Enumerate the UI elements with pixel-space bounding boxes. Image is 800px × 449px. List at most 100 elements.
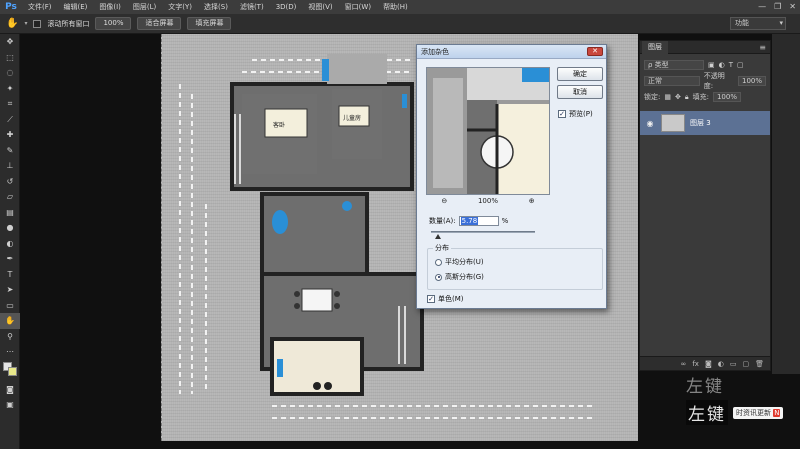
layer-style-icon[interactable]: fx	[692, 360, 699, 368]
uniform-radio[interactable]	[435, 258, 442, 266]
menu-3d[interactable]: 3D(D)	[270, 0, 303, 14]
gradient-tool-icon[interactable]: ▤	[0, 205, 20, 221]
zoom-100-button[interactable]: 100%	[95, 17, 132, 30]
uniform-radio-row[interactable]: 平均分布(U)	[435, 257, 484, 267]
new-layer-icon[interactable]: ▢	[742, 360, 749, 368]
zoom-out-icon[interactable]: ⊖	[441, 197, 447, 205]
menu-type[interactable]: 文字(Y)	[162, 0, 198, 14]
filter-type-icon[interactable]: T	[729, 61, 733, 69]
menu-edit[interactable]: 编辑(E)	[58, 0, 94, 14]
shape-tool-icon[interactable]: ▭	[0, 298, 20, 314]
clone-stamp-tool-icon[interactable]: ⊥	[0, 158, 20, 174]
uniform-label: 平均分布(U)	[445, 258, 484, 266]
background-color-swatch[interactable]	[8, 366, 17, 376]
lock-all-icon[interactable]: 🔒︎	[685, 93, 689, 102]
lock-position-icon[interactable]: ✥	[675, 93, 681, 101]
blur-tool-icon[interactable]: ●	[0, 220, 20, 236]
blend-mode-select[interactable]: 正常	[644, 76, 700, 86]
history-brush-tool-icon[interactable]: ↺	[0, 174, 20, 190]
menu-help[interactable]: 帮助(H)	[377, 0, 414, 14]
menu-layer[interactable]: 图层(L)	[127, 0, 162, 14]
lock-pixels-icon[interactable]: ▦	[664, 93, 671, 101]
layer-filter-select[interactable]: ρ 类型	[644, 60, 704, 70]
opacity-value[interactable]: 100%	[737, 76, 766, 86]
healing-brush-tool-icon[interactable]: ✚	[0, 127, 20, 143]
hand-tool-icon[interactable]: ✋	[0, 313, 20, 329]
amount-input[interactable]: 5.78	[458, 216, 499, 226]
room-label-child: 儿童房	[343, 114, 361, 122]
path-selection-tool-icon[interactable]: ➤	[0, 282, 20, 298]
zoom-in-icon[interactable]: ⊕	[529, 197, 535, 205]
preview-checkbox[interactable]: ✓	[558, 110, 566, 118]
zoom-tool-icon[interactable]: ⚲	[0, 329, 20, 345]
panel-menu-icon[interactable]: ≡	[759, 43, 766, 52]
distribution-group	[427, 248, 603, 290]
news-tag-text: 时资讯更新	[736, 409, 771, 417]
fit-screen-button[interactable]: 适合屏幕	[137, 17, 182, 30]
hand-tool-icon[interactable]: ✋	[6, 18, 18, 29]
scroll-all-windows-checkbox[interactable]	[33, 19, 42, 28]
fill-screen-button[interactable]: 填充屏幕	[187, 17, 232, 30]
workspace-select[interactable]: 功能 ▾	[730, 17, 786, 30]
amount-slider-track[interactable]	[431, 231, 535, 233]
filter-pixel-icon[interactable]: ▣	[708, 61, 715, 69]
monochromatic-checkbox[interactable]: ✓	[427, 295, 435, 303]
filter-shape-icon[interactable]: ▢	[737, 61, 744, 69]
marquee-tool-icon[interactable]: ⬚	[0, 50, 20, 66]
room-label-master: 客卧	[273, 121, 285, 129]
layer-name[interactable]: 图层 3	[690, 118, 711, 128]
amount-row: 数量(A): 5.78 %	[429, 216, 508, 226]
dialog-close-button[interactable]: ✕	[587, 47, 603, 56]
menu-window[interactable]: 窗口(W)	[339, 0, 377, 14]
close-icon: ✕	[592, 47, 598, 55]
distribution-label: 分布	[433, 243, 451, 253]
fill-value[interactable]: 100%	[712, 92, 741, 102]
pen-tool-icon[interactable]: ✒	[0, 251, 20, 267]
color-swatches[interactable]	[0, 360, 19, 382]
menu-view[interactable]: 视图(V)	[302, 0, 338, 14]
new-group-icon[interactable]: ▭	[730, 360, 737, 368]
preview-check-row: ✓ 预览(P)	[558, 109, 593, 119]
visibility-eye-icon[interactable]: ◉	[644, 119, 656, 128]
tool-preset-chevron-icon[interactable]: ▾	[24, 20, 27, 27]
cancel-button[interactable]: 取消	[557, 85, 603, 99]
type-tool-icon[interactable]: T	[0, 267, 20, 283]
crop-tool-icon[interactable]: ⌗	[0, 96, 20, 112]
close-icon[interactable]: ✕	[789, 0, 796, 14]
menu-bar: Ps 文件(F) 编辑(E) 图像(I) 图层(L) 文字(Y) 选择(S) 滤…	[0, 0, 800, 14]
screen-mode-icon[interactable]: ▣	[0, 397, 20, 413]
gaussian-radio-row[interactable]: 高斯分布(G)	[435, 272, 484, 282]
minimize-icon[interactable]: —	[758, 0, 766, 14]
delete-layer-icon[interactable]: 🗑︎	[755, 360, 764, 368]
more-tools-icon[interactable]: ⋯	[0, 344, 20, 360]
brush-tool-icon[interactable]: ✎	[0, 143, 20, 159]
layer-row[interactable]: ◉ 图层 3	[640, 111, 770, 135]
blend-row: 正常 不透明度: 100%	[644, 72, 766, 90]
dodge-tool-icon[interactable]: ◐	[0, 236, 20, 252]
lock-label: 锁定:	[644, 93, 661, 101]
restore-icon[interactable]: ❐	[774, 0, 781, 14]
eyedropper-tool-icon[interactable]: ⟋	[0, 112, 20, 128]
amount-slider-thumb[interactable]	[435, 234, 441, 239]
ok-button[interactable]: 确定	[557, 67, 603, 81]
layer-mask-icon[interactable]: ◙	[705, 360, 712, 368]
filter-preview[interactable]	[426, 67, 550, 195]
workspace-chevron-icon: ▾	[779, 19, 783, 27]
magic-wand-tool-icon[interactable]: ✦	[0, 81, 20, 97]
watermark-text-faded: 左键	[686, 377, 724, 397]
adjustment-layer-icon[interactable]: ◐	[718, 360, 724, 368]
menu-select[interactable]: 选择(S)	[198, 0, 234, 14]
dialog-titlebar[interactable]: 添加杂色 ✕	[417, 45, 606, 59]
move-tool-icon[interactable]: ✥	[0, 34, 20, 50]
eraser-tool-icon[interactable]: ▱	[0, 189, 20, 205]
link-layers-icon[interactable]: ∞	[681, 360, 687, 368]
lasso-tool-icon[interactable]: ◌	[0, 65, 20, 81]
gaussian-radio[interactable]	[435, 273, 442, 281]
menu-image[interactable]: 图像(I)	[93, 0, 127, 14]
quick-mask-icon[interactable]: ◙	[0, 382, 20, 398]
menu-file[interactable]: 文件(F)	[22, 0, 58, 14]
filter-adjust-icon[interactable]: ◐	[719, 61, 725, 69]
tab-layers[interactable]: 图层	[642, 41, 668, 54]
preview-zoom-level: 100%	[477, 197, 498, 205]
menu-filter[interactable]: 滤镜(T)	[234, 0, 270, 14]
